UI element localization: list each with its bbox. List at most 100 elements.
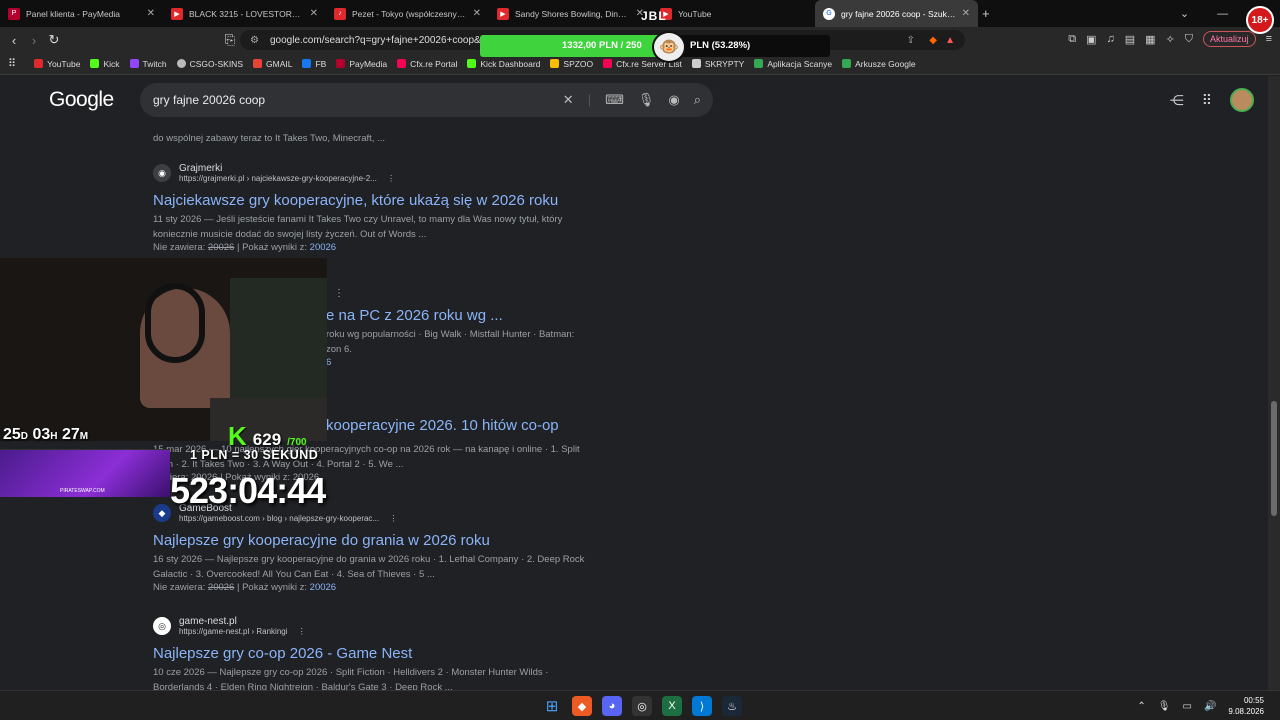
- folder-icon: [691, 59, 701, 68]
- bookmark-item[interactable]: SKRYPTY: [691, 59, 744, 69]
- excel-icon[interactable]: X: [662, 696, 682, 716]
- steam-icon[interactable]: ♨: [722, 696, 742, 716]
- new-tab-button[interactable]: +: [982, 6, 990, 21]
- webcam-overlay: [0, 258, 327, 441]
- tab-pezet[interactable]: ♪ Pezet - Tokyo (współczesny) (pro ✕: [326, 0, 489, 27]
- show-results-link[interactable]: 20026: [310, 242, 336, 253]
- cfx-icon: [397, 59, 407, 68]
- result-title[interactable]: kooperacyjne 2026. 10 hitów co-op: [326, 417, 559, 434]
- tab-sandy-shores[interactable]: ▶ Sandy Shores Bowling, Diner & Ste ✕: [489, 0, 652, 27]
- back-icon[interactable]: ‹: [4, 33, 24, 48]
- scrollbar-thumb[interactable]: [1271, 401, 1277, 516]
- result-site-name: game-nest.pl: [179, 616, 237, 627]
- microphone-icon[interactable]: 🎙: [638, 92, 655, 108]
- close-icon[interactable]: ✕: [473, 8, 481, 19]
- result-title[interactable]: Najlepsze gry co-op 2026 - Game Nest: [153, 645, 593, 662]
- show-results-link[interactable]: 6: [326, 357, 766, 368]
- result-snippet: 11 sty 2026 — Jeśli jesteście fanami It …: [153, 214, 563, 240]
- minimize-button[interactable]: —: [1217, 8, 1228, 20]
- bookmark-item[interactable]: Aplikacja Scanye: [754, 59, 832, 69]
- bookmark-item[interactable]: CSGO-SKINS: [176, 59, 243, 69]
- more-options-icon[interactable]: ⋮: [334, 288, 766, 299]
- webcam-background-monitor: [230, 278, 327, 398]
- vpn-icon[interactable]: ⛉: [1185, 33, 1193, 46]
- bookmark-icon[interactable]: ⎘: [220, 32, 240, 48]
- discord-icon[interactable]: ◕: [602, 696, 622, 716]
- bookmark-item[interactable]: Kick Dashboard: [467, 59, 540, 69]
- more-options-icon[interactable]: ⋮: [298, 627, 306, 636]
- result-snippet: do wspólnej zabawy teraz to It Takes Two…: [153, 133, 385, 144]
- result-source[interactable]: ◉ Grajmerki https://grajmerki.pl › najci…: [153, 163, 593, 183]
- vscode-icon[interactable]: ⟩: [692, 696, 712, 716]
- bookmark-item[interactable]: PayMedia: [336, 59, 387, 69]
- game-nest-icon: ◎: [153, 617, 171, 635]
- tab-youtube[interactable]: ▶ YouTube: [652, 0, 815, 27]
- scanye-icon: [754, 59, 764, 68]
- sheets-icon: [842, 59, 852, 68]
- brave-shield-icon[interactable]: ◆: [929, 35, 937, 46]
- extensions-icon[interactable]: ⧉: [1068, 33, 1076, 46]
- sidebar-icon[interactable]: ▤: [1125, 33, 1135, 46]
- wallet-icon[interactable]: ▦: [1145, 33, 1155, 46]
- keyboard-icon[interactable]: ⌨: [605, 92, 624, 108]
- result-title[interactable]: Najlepsze gry kooperacyjne do grania w 2…: [153, 532, 593, 549]
- bookmark-item[interactable]: Arkusze Google: [842, 59, 916, 69]
- scrollbar[interactable]: [1268, 76, 1280, 690]
- avatar[interactable]: [1230, 88, 1254, 112]
- menu-icon[interactable]: ≡: [1266, 33, 1272, 45]
- display-icon[interactable]: ▭: [1183, 701, 1192, 712]
- clear-icon[interactable]: ✕: [563, 92, 574, 108]
- search-input[interactable]: gry fajne 20026 coop ✕ | ⌨ 🎙 ◉ ⌕: [140, 83, 713, 117]
- apps-icon[interactable]: ⠿: [8, 57, 16, 70]
- more-options-icon[interactable]: ⋮: [389, 514, 397, 523]
- clock[interactable]: 00:55 9.08.2026: [1228, 695, 1264, 717]
- sponsor-banner: PIRATESWAP.COM: [0, 449, 170, 497]
- share-icon[interactable]: ⇪: [907, 35, 915, 46]
- result-title[interactable]: Najciekawsze gry kooperacyjne, które uka…: [153, 192, 593, 209]
- chevron-down-icon[interactable]: ⌄: [1180, 7, 1189, 20]
- bookmark-item[interactable]: FB: [302, 59, 326, 69]
- bookmark-item[interactable]: SPZOO: [550, 59, 593, 69]
- chevron-up-icon[interactable]: ⌃: [1137, 701, 1145, 712]
- bookmark-item[interactable]: GMAIL: [253, 59, 292, 69]
- volume-icon[interactable]: 🔊: [1204, 701, 1216, 712]
- close-icon[interactable]: ✕: [147, 8, 155, 19]
- bookmark-item[interactable]: Cfx.re Portal: [397, 59, 457, 69]
- brave-rewards-icon[interactable]: ▲: [945, 35, 955, 46]
- tab-google-search[interactable]: G gry fajne 20026 coop - Szukaj w ✕: [815, 0, 978, 27]
- media-icon[interactable]: ♫: [1107, 33, 1115, 45]
- share-icon[interactable]: ⋲: [1170, 92, 1184, 109]
- reload-icon[interactable]: ↻: [44, 32, 64, 48]
- partial-result: do wspólnej zabawy teraz to It Takes Two…: [153, 128, 593, 146]
- site-info-icon[interactable]: ⚙: [250, 35, 259, 46]
- result-site-name: Grajmerki: [179, 163, 223, 174]
- bookmark-item[interactable]: Twitch: [129, 59, 167, 69]
- lens-icon[interactable]: ◉: [668, 92, 679, 108]
- microphone-icon[interactable]: 🎙: [1158, 701, 1171, 712]
- result-missing-terms: Nie zawiera: 20026 | Pokaż wyniki z: 200…: [153, 582, 337, 593]
- search-icon[interactable]: ⌕: [694, 92, 701, 108]
- result-source[interactable]: ◎ game-nest.pl https://game-nest.pl › Ra…: [153, 616, 593, 636]
- close-icon[interactable]: ✕: [310, 8, 318, 19]
- brave-icon[interactable]: ◆: [572, 696, 592, 716]
- bookmark-item[interactable]: YouTube: [34, 59, 80, 69]
- update-button[interactable]: Aktualizuj: [1203, 31, 1256, 47]
- obs-icon[interactable]: ◎: [632, 696, 652, 716]
- result-title[interactable]: e na PC z 2026 roku wg ...: [326, 307, 766, 324]
- close-icon[interactable]: ✕: [962, 8, 970, 19]
- ai-icon[interactable]: ✧: [1166, 33, 1175, 46]
- tab-youtube-black[interactable]: ▶ BLACK 3215 - LOVESTORY - YouTube ✕: [163, 0, 326, 27]
- result-url: https://gameboost.com › blog › najlepsze…: [179, 514, 398, 523]
- result-snippet: roku wg popularności · Big Walk · Mistfa…: [326, 329, 575, 340]
- more-options-icon[interactable]: ⋮: [387, 174, 395, 183]
- windows-start-icon[interactable]: ⊞: [542, 696, 562, 716]
- google-logo[interactable]: Google: [49, 88, 114, 112]
- tab-paymedia[interactable]: P Panel klienta - PayMedia ✕: [0, 0, 163, 27]
- forward-icon[interactable]: ›: [24, 33, 44, 48]
- screenshot-icon[interactable]: ▣: [1086, 33, 1096, 46]
- google-apps-icon[interactable]: ⠿: [1202, 92, 1212, 109]
- show-results-link[interactable]: 20026: [310, 582, 336, 593]
- bookmark-item[interactable]: Kick: [90, 59, 120, 69]
- twitch-icon: [129, 59, 139, 68]
- result-url: https://game-nest.pl › Rankingi ⋮: [179, 627, 306, 636]
